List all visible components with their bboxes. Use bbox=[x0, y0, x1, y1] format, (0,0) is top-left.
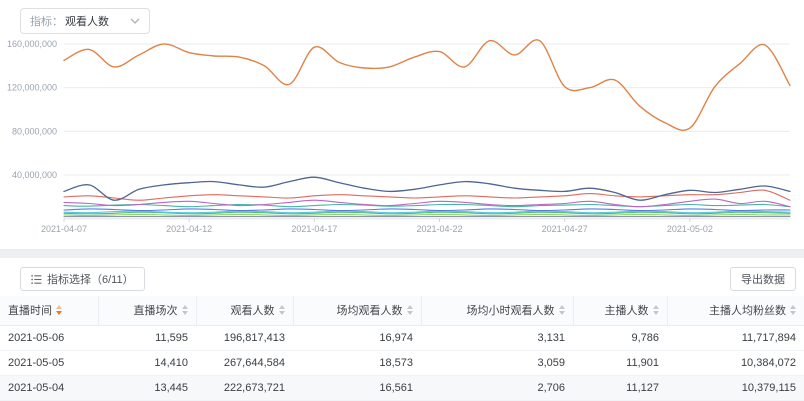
metric-select-dropdown[interactable]: 指标： 观看人数 bbox=[20, 8, 150, 34]
cell-value: 11,127 bbox=[573, 375, 667, 400]
table-header-row: 直播时间 直播场次 观看人数 场均观看人数 场均小时观看人数 主播人数 主播人均粉丝数 bbox=[0, 296, 804, 325]
sort-icon[interactable] bbox=[653, 305, 659, 315]
metrics-table: 直播时间 直播场次 观看人数 场均观看人数 场均小时观看人数 主播人数 主播人均粉丝数 20… bbox=[0, 296, 804, 401]
x-axis-label: 2021-04-07 bbox=[41, 224, 87, 234]
data-table-card: 指标选择（6/11） 导出数据 直播时间 直播场次 观看人数 场均观看人数 场均小时观看… bbox=[0, 258, 804, 401]
column-header-1[interactable]: 直播场次 bbox=[98, 296, 196, 325]
y-axis-label: 40,000,000 bbox=[12, 170, 57, 180]
list-icon bbox=[31, 274, 42, 285]
cell-value: 3,059 bbox=[421, 350, 573, 375]
cell-value: 11,595 bbox=[98, 325, 196, 350]
table-row[interactable]: 2021-05-0514,410267,644,58418,5733,05911… bbox=[0, 350, 804, 375]
x-axis-label: 2021-04-12 bbox=[166, 224, 212, 234]
y-axis-label: 80,000,000 bbox=[12, 126, 57, 136]
y-axis-label: 120,000,000 bbox=[7, 83, 57, 93]
cell-date: 2021-05-04 bbox=[0, 375, 98, 400]
y-axis-label: 160,000,000 bbox=[7, 39, 57, 49]
cell-value: 267,644,584 bbox=[196, 350, 293, 375]
column-label: 主播人数 bbox=[605, 302, 649, 318]
sort-icon[interactable] bbox=[559, 305, 565, 315]
column-header-2[interactable]: 观看人数 bbox=[196, 296, 293, 325]
cell-value: 196,817,413 bbox=[196, 325, 293, 350]
cell-date: 2021-05-05 bbox=[0, 350, 98, 375]
trend-chart-card: 指标： 观看人数 160,000,000 120,000,000 80,000,00… bbox=[0, 0, 804, 249]
column-label: 场均观看人数 bbox=[337, 302, 403, 318]
cell-value: 11,717,894 bbox=[667, 325, 804, 350]
chart-series-teal bbox=[64, 204, 790, 206]
cell-value: 18,573 bbox=[293, 350, 421, 375]
column-header-5[interactable]: 主播人数 bbox=[573, 296, 667, 325]
x-axis-label: 2021-04-22 bbox=[416, 224, 462, 234]
metric-dropdown-label: 指标： bbox=[30, 13, 63, 29]
sort-icon[interactable] bbox=[279, 305, 285, 315]
trend-chart[interactable]: 160,000,000 120,000,000 80,000,000 40,000,0… bbox=[0, 0, 804, 249]
chevron-down-icon bbox=[130, 18, 140, 24]
cell-value: 3,131 bbox=[421, 325, 573, 350]
column-label: 主播人均粉丝数 bbox=[709, 302, 786, 318]
cell-value: 10,379,115 bbox=[667, 375, 804, 400]
metric-filter-button[interactable]: 指标选择（6/11） bbox=[20, 267, 145, 291]
section-divider bbox=[0, 249, 804, 258]
export-data-button[interactable]: 导出数据 bbox=[730, 267, 796, 291]
table-body: 2021-05-0611,595196,817,41316,9743,1319,… bbox=[0, 325, 804, 400]
sort-icon[interactable] bbox=[790, 305, 796, 315]
metric-dropdown-value: 观看人数 bbox=[65, 13, 130, 29]
x-axis-label: 2021-05-02 bbox=[667, 224, 713, 234]
column-header-3[interactable]: 场均观看人数 bbox=[293, 296, 421, 325]
cell-value: 222,673,721 bbox=[196, 375, 293, 400]
column-header-0[interactable]: 直播时间 bbox=[0, 296, 98, 325]
cell-value: 2,706 bbox=[421, 375, 573, 400]
cell-value: 14,410 bbox=[98, 350, 196, 375]
chart-series-orange bbox=[64, 40, 790, 131]
column-header-4[interactable]: 场均小时观看人数 bbox=[421, 296, 573, 325]
cell-value: 16,561 bbox=[293, 375, 421, 400]
sort-icon[interactable] bbox=[182, 305, 188, 315]
cell-value: 10,384,072 bbox=[667, 350, 804, 375]
table-row[interactable]: 2021-05-0413,445222,673,72116,5612,70611… bbox=[0, 375, 804, 400]
sort-icon[interactable] bbox=[56, 305, 62, 315]
table-toolbar: 指标选择（6/11） 导出数据 bbox=[0, 258, 804, 296]
cell-value: 11,901 bbox=[573, 350, 667, 375]
column-label: 场均小时观看人数 bbox=[467, 302, 555, 318]
column-header-6[interactable]: 主播人均粉丝数 bbox=[667, 296, 804, 325]
table-row[interactable]: 2021-05-0611,595196,817,41316,9743,1319,… bbox=[0, 325, 804, 350]
cell-date: 2021-05-06 bbox=[0, 325, 98, 350]
export-data-label: 导出数据 bbox=[741, 271, 785, 287]
cell-value: 16,974 bbox=[293, 325, 421, 350]
chart-series-blue bbox=[64, 209, 790, 211]
column-label: 直播场次 bbox=[134, 302, 178, 318]
column-label: 直播时间 bbox=[8, 302, 52, 318]
metric-filter-label: 指标选择（6/11） bbox=[47, 271, 134, 287]
x-axis-label: 2021-04-17 bbox=[291, 224, 337, 234]
cell-value: 13,445 bbox=[98, 375, 196, 400]
cell-value: 9,786 bbox=[573, 325, 667, 350]
x-axis-label: 2021-04-27 bbox=[542, 224, 588, 234]
column-label: 观看人数 bbox=[231, 302, 275, 318]
sort-icon[interactable] bbox=[407, 305, 413, 315]
chart-series-light-green bbox=[64, 214, 790, 215]
